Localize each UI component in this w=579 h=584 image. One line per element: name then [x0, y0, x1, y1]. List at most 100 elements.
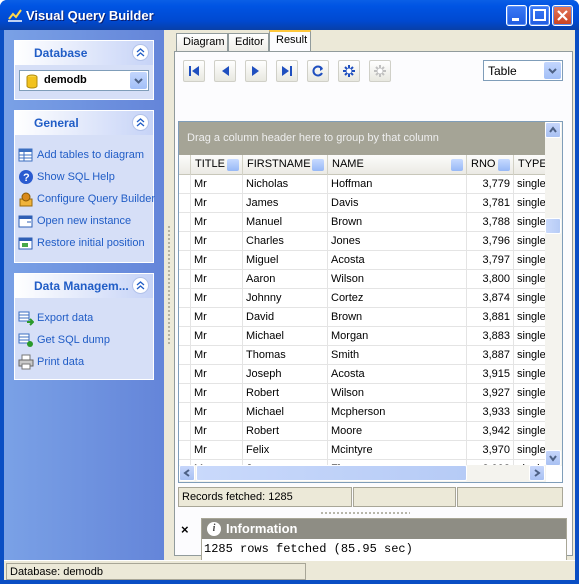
- table-cell[interactable]: Michael: [243, 327, 328, 346]
- data-management-panel-header[interactable]: Data Managem...: [15, 274, 153, 298]
- table-cell[interactable]: James: [243, 194, 328, 213]
- group-by-panel[interactable]: Drag a column header here to group by th…: [179, 122, 546, 155]
- table-cell[interactable]: Mr: [191, 232, 243, 251]
- table-row[interactable]: Mr James Davis 3,781 single: [179, 194, 546, 213]
- table-cell[interactable]: 3,781: [467, 194, 514, 213]
- table-cell[interactable]: Nicholas: [243, 175, 328, 194]
- table-cell[interactable]: single: [514, 213, 546, 232]
- scroll-up-button[interactable]: [545, 122, 561, 138]
- table-cell[interactable]: 3,933: [467, 403, 514, 422]
- table-row[interactable]: Mr Charles Jones 3,796 single: [179, 232, 546, 251]
- scroll-down-button[interactable]: [545, 450, 561, 466]
- table-row[interactable]: Mr Felix Mcintyre 3,970 single: [179, 441, 546, 460]
- table-cell[interactable]: Mcpherson: [328, 403, 467, 422]
- disabled-action-button[interactable]: [369, 60, 391, 82]
- configure-query-builder-link[interactable]: Configure Query Builder: [15, 188, 155, 210]
- scroll-right-button[interactable]: [529, 465, 545, 481]
- refresh-button[interactable]: [307, 60, 329, 82]
- settings-button[interactable]: [338, 60, 360, 82]
- row-indicator[interactable]: [179, 365, 191, 384]
- collapse-database-button[interactable]: [132, 44, 149, 61]
- row-indicator[interactable]: [179, 384, 191, 403]
- table-cell[interactable]: Robert: [243, 422, 328, 441]
- last-record-button[interactable]: [276, 60, 298, 82]
- table-cell[interactable]: Brown: [328, 213, 467, 232]
- close-info-button[interactable]: ×: [181, 522, 189, 537]
- row-indicator[interactable]: [179, 289, 191, 308]
- table-cell[interactable]: Smith: [328, 346, 467, 365]
- filter-dropdown-icon[interactable]: [227, 159, 239, 171]
- first-record-button[interactable]: [183, 60, 205, 82]
- table-cell[interactable]: Jones: [328, 232, 467, 251]
- table-row[interactable]: Mr Manuel Brown 3,788 single: [179, 213, 546, 232]
- table-cell[interactable]: Mr: [191, 403, 243, 422]
- vertical-scroll-thumb[interactable]: [545, 218, 561, 234]
- table-cell[interactable]: 3,970: [467, 441, 514, 460]
- horizontal-splitter-grip[interactable]: [320, 511, 410, 515]
- table-cell[interactable]: single: [514, 308, 546, 327]
- table-cell[interactable]: Mr: [191, 194, 243, 213]
- column-header-title[interactable]: TITLE: [191, 155, 243, 175]
- table-row[interactable]: Mr Robert Wilson 3,927 single: [179, 384, 546, 403]
- table-cell[interactable]: single: [514, 251, 546, 270]
- row-indicator[interactable]: [179, 232, 191, 251]
- print-data-link[interactable]: Print data: [15, 351, 153, 373]
- table-row[interactable]: Mr Joseph Acosta 3,915 single: [179, 365, 546, 384]
- row-indicator[interactable]: [179, 175, 191, 194]
- add-tables-link[interactable]: Add tables to diagram: [15, 144, 153, 166]
- table-cell[interactable]: single: [514, 232, 546, 251]
- table-row[interactable]: Mr Thomas Smith 3,887 single: [179, 346, 546, 365]
- row-indicator[interactable]: [179, 213, 191, 232]
- column-header-rno[interactable]: RNO: [467, 155, 514, 175]
- row-indicator[interactable]: [179, 270, 191, 289]
- table-cell[interactable]: 3,796: [467, 232, 514, 251]
- minimize-button[interactable]: [506, 5, 527, 26]
- column-header-name[interactable]: NAME: [328, 155, 467, 175]
- next-record-button[interactable]: [245, 60, 267, 82]
- table-cell[interactable]: 3,800: [467, 270, 514, 289]
- table-cell[interactable]: David: [243, 308, 328, 327]
- table-cell[interactable]: Mr: [191, 422, 243, 441]
- row-indicator[interactable]: [179, 308, 191, 327]
- scroll-left-button[interactable]: [179, 465, 195, 481]
- table-cell[interactable]: single: [514, 403, 546, 422]
- table-cell[interactable]: 3,874: [467, 289, 514, 308]
- table-cell[interactable]: Aaron: [243, 270, 328, 289]
- open-new-instance-link[interactable]: Open new instance: [15, 210, 153, 232]
- table-cell[interactable]: Robert: [243, 384, 328, 403]
- table-cell[interactable]: Morgan: [328, 327, 467, 346]
- table-cell[interactable]: Mr: [191, 441, 243, 460]
- filter-dropdown-icon[interactable]: [451, 159, 463, 171]
- horizontal-scrollbar[interactable]: [179, 465, 546, 482]
- column-header-firstname[interactable]: FIRSTNAME: [243, 155, 328, 175]
- row-indicator[interactable]: [179, 194, 191, 213]
- close-button[interactable]: [552, 5, 573, 26]
- table-cell[interactable]: 3,927: [467, 384, 514, 403]
- table-cell[interactable]: Michael: [243, 403, 328, 422]
- collapse-data-management-button[interactable]: [132, 277, 149, 294]
- restore-position-link[interactable]: Restore initial position: [15, 232, 153, 254]
- table-cell[interactable]: Mr: [191, 289, 243, 308]
- table-row[interactable]: Mr Johnny Cortez 3,874 single: [179, 289, 546, 308]
- table-cell[interactable]: 3,883: [467, 327, 514, 346]
- row-indicator[interactable]: [179, 403, 191, 422]
- table-cell[interactable]: single: [514, 441, 546, 460]
- chevron-down-icon[interactable]: [544, 62, 561, 79]
- table-cell[interactable]: Mr: [191, 175, 243, 194]
- table-cell[interactable]: 3,942: [467, 422, 514, 441]
- vertical-scrollbar[interactable]: [545, 122, 562, 466]
- tab-result[interactable]: Result: [269, 30, 311, 52]
- table-cell[interactable]: single: [514, 346, 546, 365]
- row-indicator[interactable]: [179, 346, 191, 365]
- table-cell[interactable]: single: [514, 194, 546, 213]
- table-cell[interactable]: Thomas: [243, 346, 328, 365]
- tab-diagram[interactable]: Diagram: [176, 33, 228, 52]
- table-row[interactable]: Mr Miguel Acosta 3,797 single: [179, 251, 546, 270]
- table-cell[interactable]: Davis: [328, 194, 467, 213]
- table-row[interactable]: Mr Robert Moore 3,942 single: [179, 422, 546, 441]
- table-cell[interactable]: Hoffman: [328, 175, 467, 194]
- table-cell[interactable]: Charles: [243, 232, 328, 251]
- filter-dropdown-icon[interactable]: [498, 159, 510, 171]
- table-row[interactable]: Mr Aaron Wilson 3,800 single: [179, 270, 546, 289]
- table-cell[interactable]: Cortez: [328, 289, 467, 308]
